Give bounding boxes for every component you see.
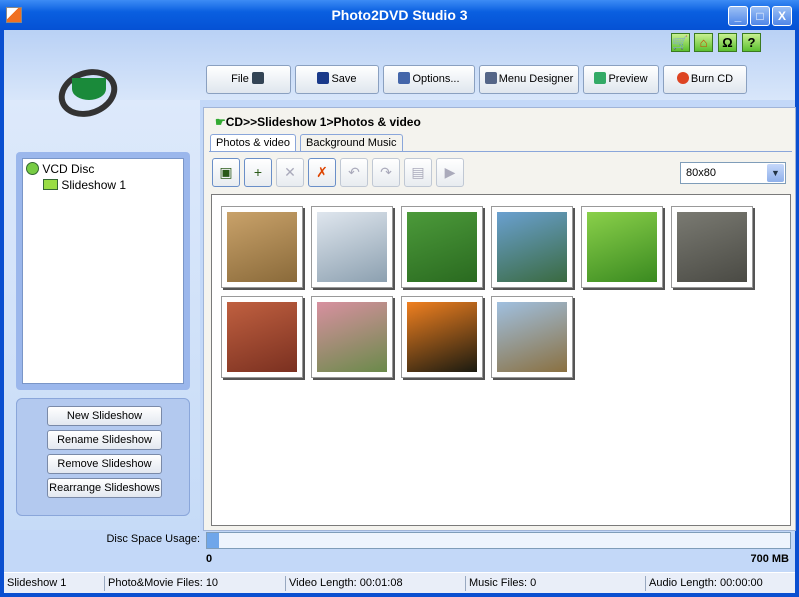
minimize-button[interactable]: _ bbox=[728, 6, 748, 26]
breadcrumb-text: CD>>Slideshow 1>Photos & video bbox=[225, 115, 421, 129]
tab-photos-video[interactable]: Photos & video bbox=[210, 134, 296, 152]
preview-label: Preview bbox=[608, 73, 648, 85]
disc-usage-fill bbox=[207, 533, 219, 548]
usage-max-label: 700 MB bbox=[750, 553, 789, 565]
tree-node-slideshow-1[interactable]: Slideshow 1 bbox=[43, 178, 126, 192]
breadcrumb: ☛CD>>Slideshow 1>Photos & video bbox=[215, 114, 421, 130]
new-slideshow-button[interactable]: New Slideshow bbox=[47, 406, 162, 426]
thumbnail-image bbox=[227, 212, 297, 282]
checklist-icon bbox=[398, 72, 411, 84]
thumbnail-grid[interactable] bbox=[211, 194, 791, 526]
tree-node-vcd-disc[interactable]: VCD Disc bbox=[26, 162, 94, 176]
thumbnail-image bbox=[407, 212, 477, 282]
thumbnail-autumn-trees[interactable] bbox=[221, 296, 303, 378]
thumbnail-white-flowers[interactable] bbox=[311, 206, 393, 288]
file-menu-icon bbox=[251, 72, 264, 84]
disc-usage-label: Disc Space Usage: bbox=[106, 533, 200, 545]
thumbnail-size-value: 80x80 bbox=[686, 167, 716, 179]
thumbnail-hut[interactable] bbox=[491, 296, 573, 378]
status-bar: Slideshow 1 Photo&Movie Files: 10 Video … bbox=[4, 572, 795, 593]
cart-icon[interactable]: 🛒 bbox=[671, 33, 690, 52]
disc-icon bbox=[26, 162, 39, 175]
rename-slideshow-button[interactable]: Rename Slideshow bbox=[47, 430, 162, 450]
save-button[interactable]: Save bbox=[295, 65, 379, 94]
thumbnail-cattail[interactable] bbox=[491, 206, 573, 288]
thumbnail-image bbox=[497, 302, 567, 372]
play-icon[interactable]: ▶ bbox=[436, 158, 464, 187]
thumbnail-image bbox=[317, 212, 387, 282]
add-file-icon[interactable]: + bbox=[244, 158, 272, 187]
add-photos-icon[interactable]: ▣ bbox=[212, 158, 240, 187]
burn-disc-icon bbox=[676, 72, 689, 84]
tab-divider bbox=[209, 151, 792, 152]
menu-designer-button[interactable]: Menu Designer bbox=[479, 65, 579, 94]
thumbnail-cracked-earth-sprout[interactable] bbox=[221, 206, 303, 288]
rearrange-slideshows-button[interactable]: Rearrange Slideshows bbox=[47, 478, 162, 498]
status-music-files: Music Files: 0 bbox=[465, 576, 536, 591]
close-button[interactable]: X bbox=[772, 6, 792, 26]
title-bar: Photo2DVD Studio 3 bbox=[0, 0, 799, 30]
slideshow-tree[interactable]: VCD Disc Slideshow 1 bbox=[22, 158, 184, 384]
thumbnail-image bbox=[497, 212, 567, 282]
tab-background-music[interactable]: Background Music bbox=[300, 134, 403, 152]
thumbnail-image bbox=[227, 302, 297, 372]
thumbnail-image bbox=[317, 302, 387, 372]
app-icon[interactable] bbox=[6, 7, 22, 23]
status-slideshow: Slideshow 1 bbox=[7, 577, 67, 589]
save-label: Save bbox=[331, 73, 357, 85]
thumbnail-image bbox=[407, 302, 477, 372]
maximize-button[interactable]: □ bbox=[750, 6, 770, 26]
logo-swoosh-icon bbox=[72, 78, 106, 100]
file-label: File bbox=[231, 73, 249, 85]
menu-designer-label: Menu Designer bbox=[498, 73, 574, 85]
preview-icon bbox=[594, 72, 607, 84]
thumbnail-size-select[interactable]: 80x80 ▼ bbox=[680, 162, 786, 184]
status-audio-length: Audio Length: 00:00:00 bbox=[645, 576, 763, 591]
file-button[interactable]: File bbox=[206, 65, 291, 94]
support-icon[interactable]: Ω bbox=[718, 33, 737, 52]
pencil-page-icon bbox=[484, 72, 497, 84]
thumbnail-mushroom-grass[interactable] bbox=[581, 206, 663, 288]
disc-usage-bar bbox=[206, 532, 791, 549]
delete-icon[interactable]: ✕ bbox=[276, 158, 304, 187]
pointing-hand-icon: ☛ bbox=[215, 115, 226, 129]
options-label: Options... bbox=[412, 73, 460, 85]
preview-button[interactable]: Preview bbox=[583, 65, 659, 94]
burn-label: Burn CD bbox=[690, 73, 734, 85]
burn-cd-button[interactable]: Burn CD bbox=[663, 65, 747, 94]
thumbnail-image bbox=[587, 212, 657, 282]
tree-child-label: Slideshow 1 bbox=[61, 178, 127, 192]
status-video-length: Video Length: 00:01:08 bbox=[285, 576, 403, 591]
window-title: Photo2DVD Studio 3 bbox=[331, 7, 468, 23]
usage-min-label: 0 bbox=[206, 553, 213, 565]
edit-icon[interactable]: ▤ bbox=[404, 158, 432, 187]
status-files: Photo&Movie Files: 10 bbox=[104, 576, 218, 591]
rotate-right-icon[interactable]: ↷ bbox=[372, 158, 400, 187]
thumbnail-image bbox=[677, 212, 747, 282]
thumbnail-leaf-on-gravel[interactable] bbox=[671, 206, 753, 288]
remove-all-icon[interactable]: ✗ bbox=[308, 158, 336, 187]
home-icon[interactable]: ⌂ bbox=[694, 33, 713, 52]
rotate-left-icon[interactable]: ↶ bbox=[340, 158, 368, 187]
thumbnail-pink-flower[interactable] bbox=[311, 296, 393, 378]
tree-root-label: VCD Disc bbox=[42, 162, 95, 176]
help-icon[interactable]: ? bbox=[742, 33, 761, 52]
thumbnail-green-leaves[interactable] bbox=[401, 206, 483, 288]
chevron-down-icon[interactable]: ▼ bbox=[767, 164, 784, 182]
folder-icon bbox=[43, 179, 58, 190]
options-button[interactable]: Options... bbox=[383, 65, 475, 94]
floppy-icon bbox=[317, 72, 330, 84]
remove-slideshow-button[interactable]: Remove Slideshow bbox=[47, 454, 162, 474]
thumbnail-orange-leaf[interactable] bbox=[401, 296, 483, 378]
